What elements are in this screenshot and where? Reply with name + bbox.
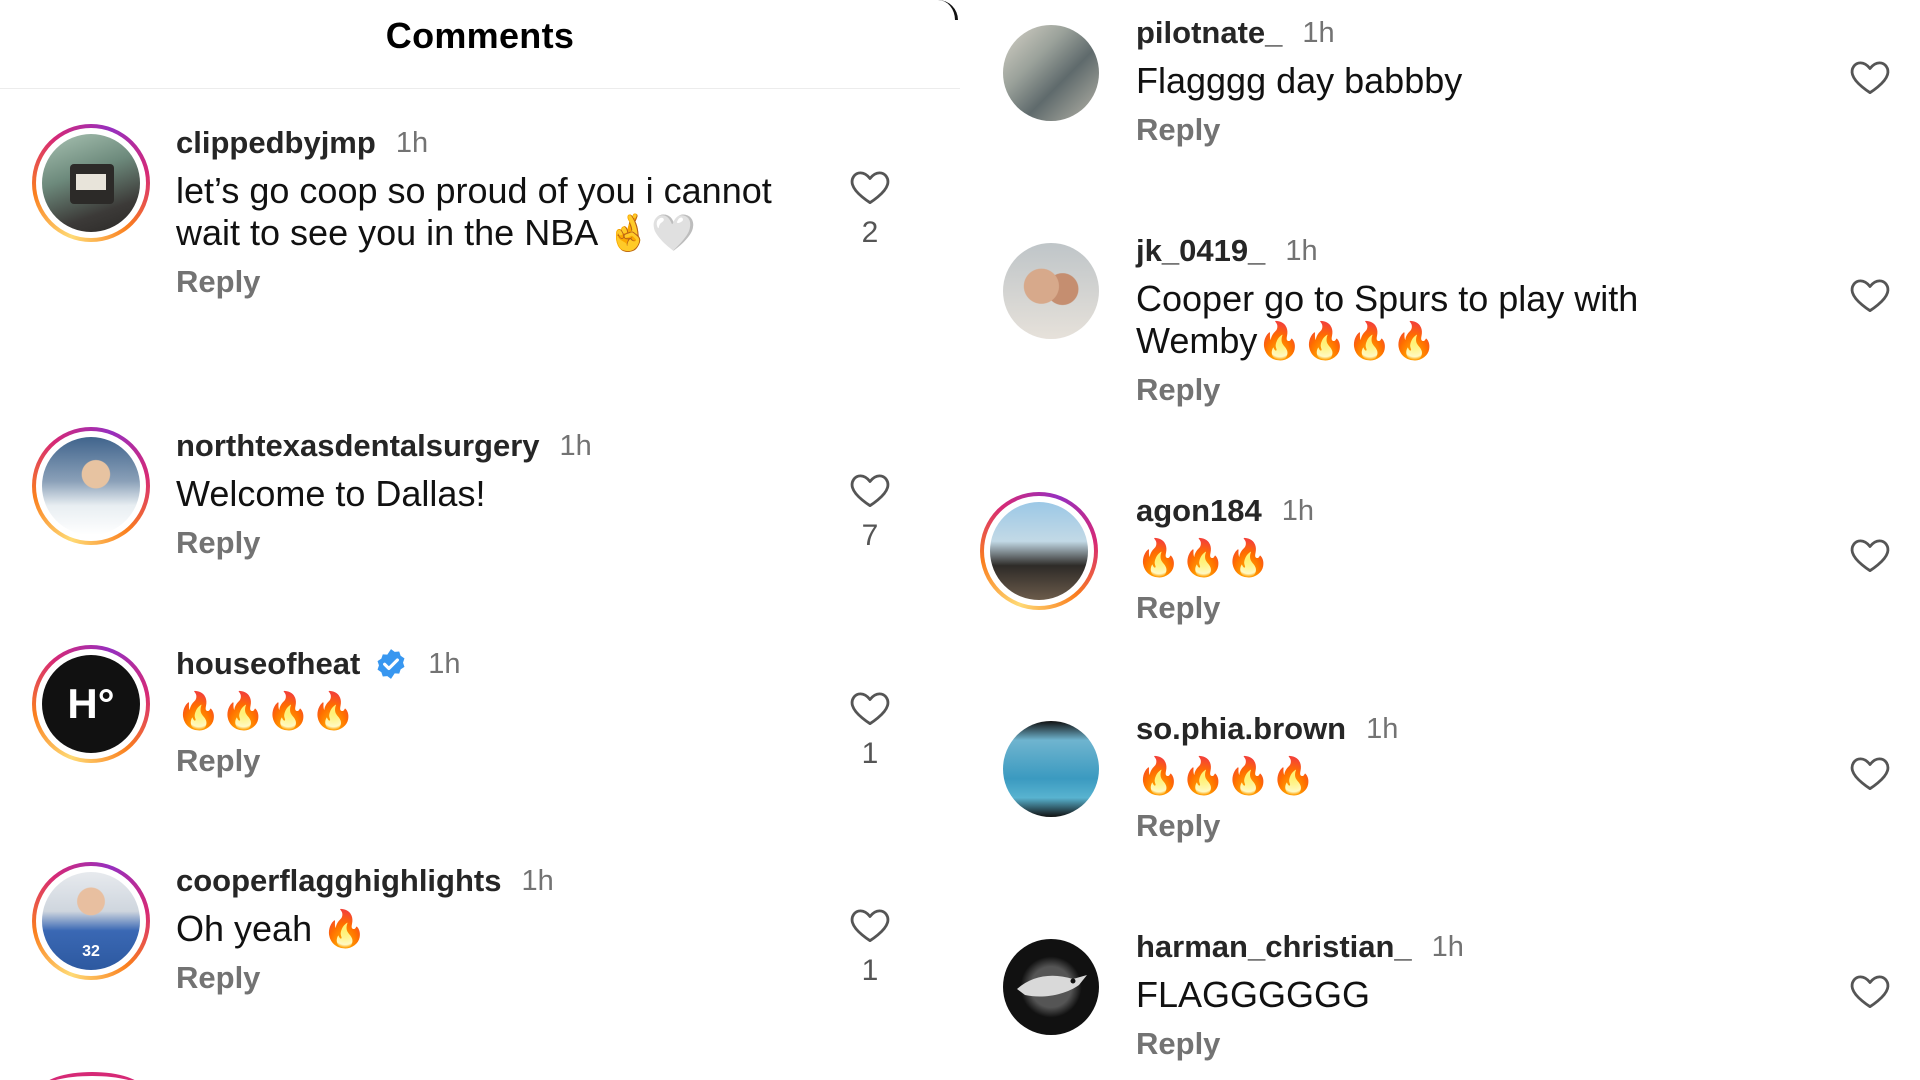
like-control[interactable]: 2 xyxy=(840,166,900,250)
heart-icon[interactable] xyxy=(1849,56,1891,96)
heart-icon[interactable] xyxy=(1849,534,1891,574)
comment-timestamp: 1h xyxy=(559,429,592,462)
comment-body: northtexasdentalsurgery 1h Welcome to Da… xyxy=(176,427,856,561)
comment-timestamp: 1h xyxy=(1281,494,1315,527)
like-control[interactable] xyxy=(1840,274,1900,314)
comment-username[interactable]: agon184 xyxy=(1136,493,1262,529)
houseofheat-logo: H° xyxy=(42,655,140,753)
comment-body: jk_0419_ 1h Cooper go to Spurs to play w… xyxy=(1136,232,1816,408)
reply-button[interactable]: Reply xyxy=(1136,808,1220,844)
page-title: Comments xyxy=(385,15,575,56)
comments-panel-left: Comments clippedbyjmp 1h let’s go coop s… xyxy=(0,0,960,1080)
comment-body: clippedbyjmp 1h let’s go coop so proud o… xyxy=(176,124,856,300)
comment-item: 32 cooperflagghighlights 1h Oh yeah 🔥 Re… xyxy=(0,862,960,1062)
avatar[interactable] xyxy=(992,710,1110,828)
comment-username[interactable]: cooperflagghighlights xyxy=(176,863,502,899)
reply-button[interactable]: Reply xyxy=(1136,372,1220,408)
reply-button[interactable]: Reply xyxy=(176,960,260,996)
like-control[interactable]: 1 xyxy=(840,904,900,988)
like-count: 1 xyxy=(861,737,879,770)
comments-panel-right: pilotnate_ 1h Flagggg day babbby Reply j… xyxy=(960,0,1920,1080)
comment-text: 🔥🔥🔥 xyxy=(1136,538,1271,579)
comment-item: H° houseofheat 1h 🔥🔥🔥🔥 Reply 1 xyxy=(0,645,960,845)
comment-timestamp: 1h xyxy=(1431,930,1464,963)
comment-timestamp: 1h xyxy=(1285,234,1318,267)
comment-item: pilotnate_ 1h Flagggg day babbby Reply xyxy=(960,14,1920,214)
comment-username[interactable]: northtexasdentalsurgery xyxy=(176,428,540,464)
like-control[interactable] xyxy=(1840,752,1900,792)
comment-timestamp: 1h xyxy=(428,647,461,680)
comments-screenshot: Comments clippedbyjmp 1h let’s go coop s… xyxy=(0,0,1920,1080)
comment-text: 🔥🔥🔥🔥 xyxy=(176,691,356,732)
reply-button[interactable]: Reply xyxy=(176,525,260,561)
avatar[interactable] xyxy=(32,124,150,242)
avatar[interactable] xyxy=(992,928,1110,1046)
comments-header: Comments xyxy=(0,0,960,89)
comment-text: 🔥🔥🔥🔥 xyxy=(1136,756,1316,797)
avatar[interactable] xyxy=(992,232,1110,350)
reply-button[interactable]: Reply xyxy=(1136,112,1220,148)
like-count: 7 xyxy=(861,519,879,552)
comment-username[interactable]: pilotnate_ xyxy=(1136,15,1282,51)
heart-icon[interactable] xyxy=(849,904,891,944)
comment-item: jk_0419_ 1h Cooper go to Spurs to play w… xyxy=(960,232,1920,432)
comment-item: clippedbyjmp 1h let’s go coop so proud o… xyxy=(0,124,960,324)
avatar[interactable] xyxy=(32,427,150,545)
comment-text: let’s go coop so proud of you i cannot w… xyxy=(176,170,772,253)
heart-icon[interactable] xyxy=(1849,970,1891,1010)
like-control[interactable]: 1 xyxy=(840,687,900,771)
avatar[interactable]: H° xyxy=(32,645,150,763)
comment-timestamp: 1h xyxy=(1302,16,1335,49)
avatar[interactable] xyxy=(992,14,1110,132)
comment-username[interactable]: harman_christian_ xyxy=(1136,929,1412,965)
comment-body: cooperflagghighlights 1h Oh yeah 🔥 Reply xyxy=(176,862,856,996)
comment-body: pilotnate_ 1h Flagggg day babbby Reply xyxy=(1136,14,1816,148)
like-count: 2 xyxy=(861,216,879,249)
comment-item: so.phia.brown 1h 🔥🔥🔥🔥 Reply xyxy=(960,710,1920,910)
reply-button[interactable]: Reply xyxy=(1136,590,1220,626)
heart-icon[interactable] xyxy=(849,687,891,727)
comment-item: agon184 1h 🔥🔥🔥 Reply xyxy=(960,492,1920,692)
comment-text: Flagggg day babbby xyxy=(1136,60,1463,101)
like-control[interactable]: 7 xyxy=(840,469,900,553)
comment-body: agon184 1h 🔥🔥🔥 Reply xyxy=(1136,492,1816,626)
comment-text: FLAGGGGGG xyxy=(1136,974,1371,1015)
avatar[interactable]: 32 xyxy=(32,862,150,980)
like-control[interactable] xyxy=(1840,970,1900,1010)
comment-timestamp: 1h xyxy=(395,126,429,159)
reply-button[interactable]: Reply xyxy=(176,743,260,779)
comment-username[interactable]: clippedbyjmp xyxy=(176,125,376,161)
reply-button[interactable]: Reply xyxy=(176,264,260,300)
heart-icon[interactable] xyxy=(1849,274,1891,314)
verified-badge-icon xyxy=(374,647,408,681)
comment-item: harman_christian_ 1h FLAGGGGGG Reply xyxy=(960,928,1920,1080)
like-control[interactable] xyxy=(1840,534,1900,574)
heart-icon[interactable] xyxy=(1849,752,1891,792)
comment-body: so.phia.brown 1h 🔥🔥🔥🔥 Reply xyxy=(1136,710,1816,844)
ravens-logo-icon xyxy=(1017,975,1087,997)
comment-timestamp: 1h xyxy=(521,864,554,897)
comment-text: Welcome to Dallas! xyxy=(176,473,486,514)
heart-icon[interactable] xyxy=(849,166,891,206)
comment-body: harman_christian_ 1h FLAGGGGGG Reply xyxy=(1136,928,1816,1062)
comment-timestamp: 1h xyxy=(1366,712,1399,745)
comment-body: houseofheat 1h 🔥🔥🔥🔥 Reply xyxy=(176,645,856,779)
comment-item: northtexasdentalsurgery 1h Welcome to Da… xyxy=(0,427,960,627)
comment-text: Cooper go to Spurs to play with Wemby🔥🔥🔥… xyxy=(1136,278,1639,361)
like-count: 1 xyxy=(861,954,879,987)
like-control[interactable] xyxy=(1840,56,1900,96)
comment-text: Oh yeah 🔥 xyxy=(176,908,367,949)
next-avatar-partial xyxy=(42,1072,142,1080)
svg-text:32: 32 xyxy=(82,943,100,960)
comment-username[interactable]: so.phia.brown xyxy=(1136,711,1346,747)
comment-username[interactable]: jk_0419_ xyxy=(1136,233,1265,269)
heart-icon[interactable] xyxy=(849,469,891,509)
avatar[interactable] xyxy=(980,492,1098,610)
comment-username[interactable]: houseofheat xyxy=(176,646,360,682)
reply-button[interactable]: Reply xyxy=(1136,1026,1220,1062)
